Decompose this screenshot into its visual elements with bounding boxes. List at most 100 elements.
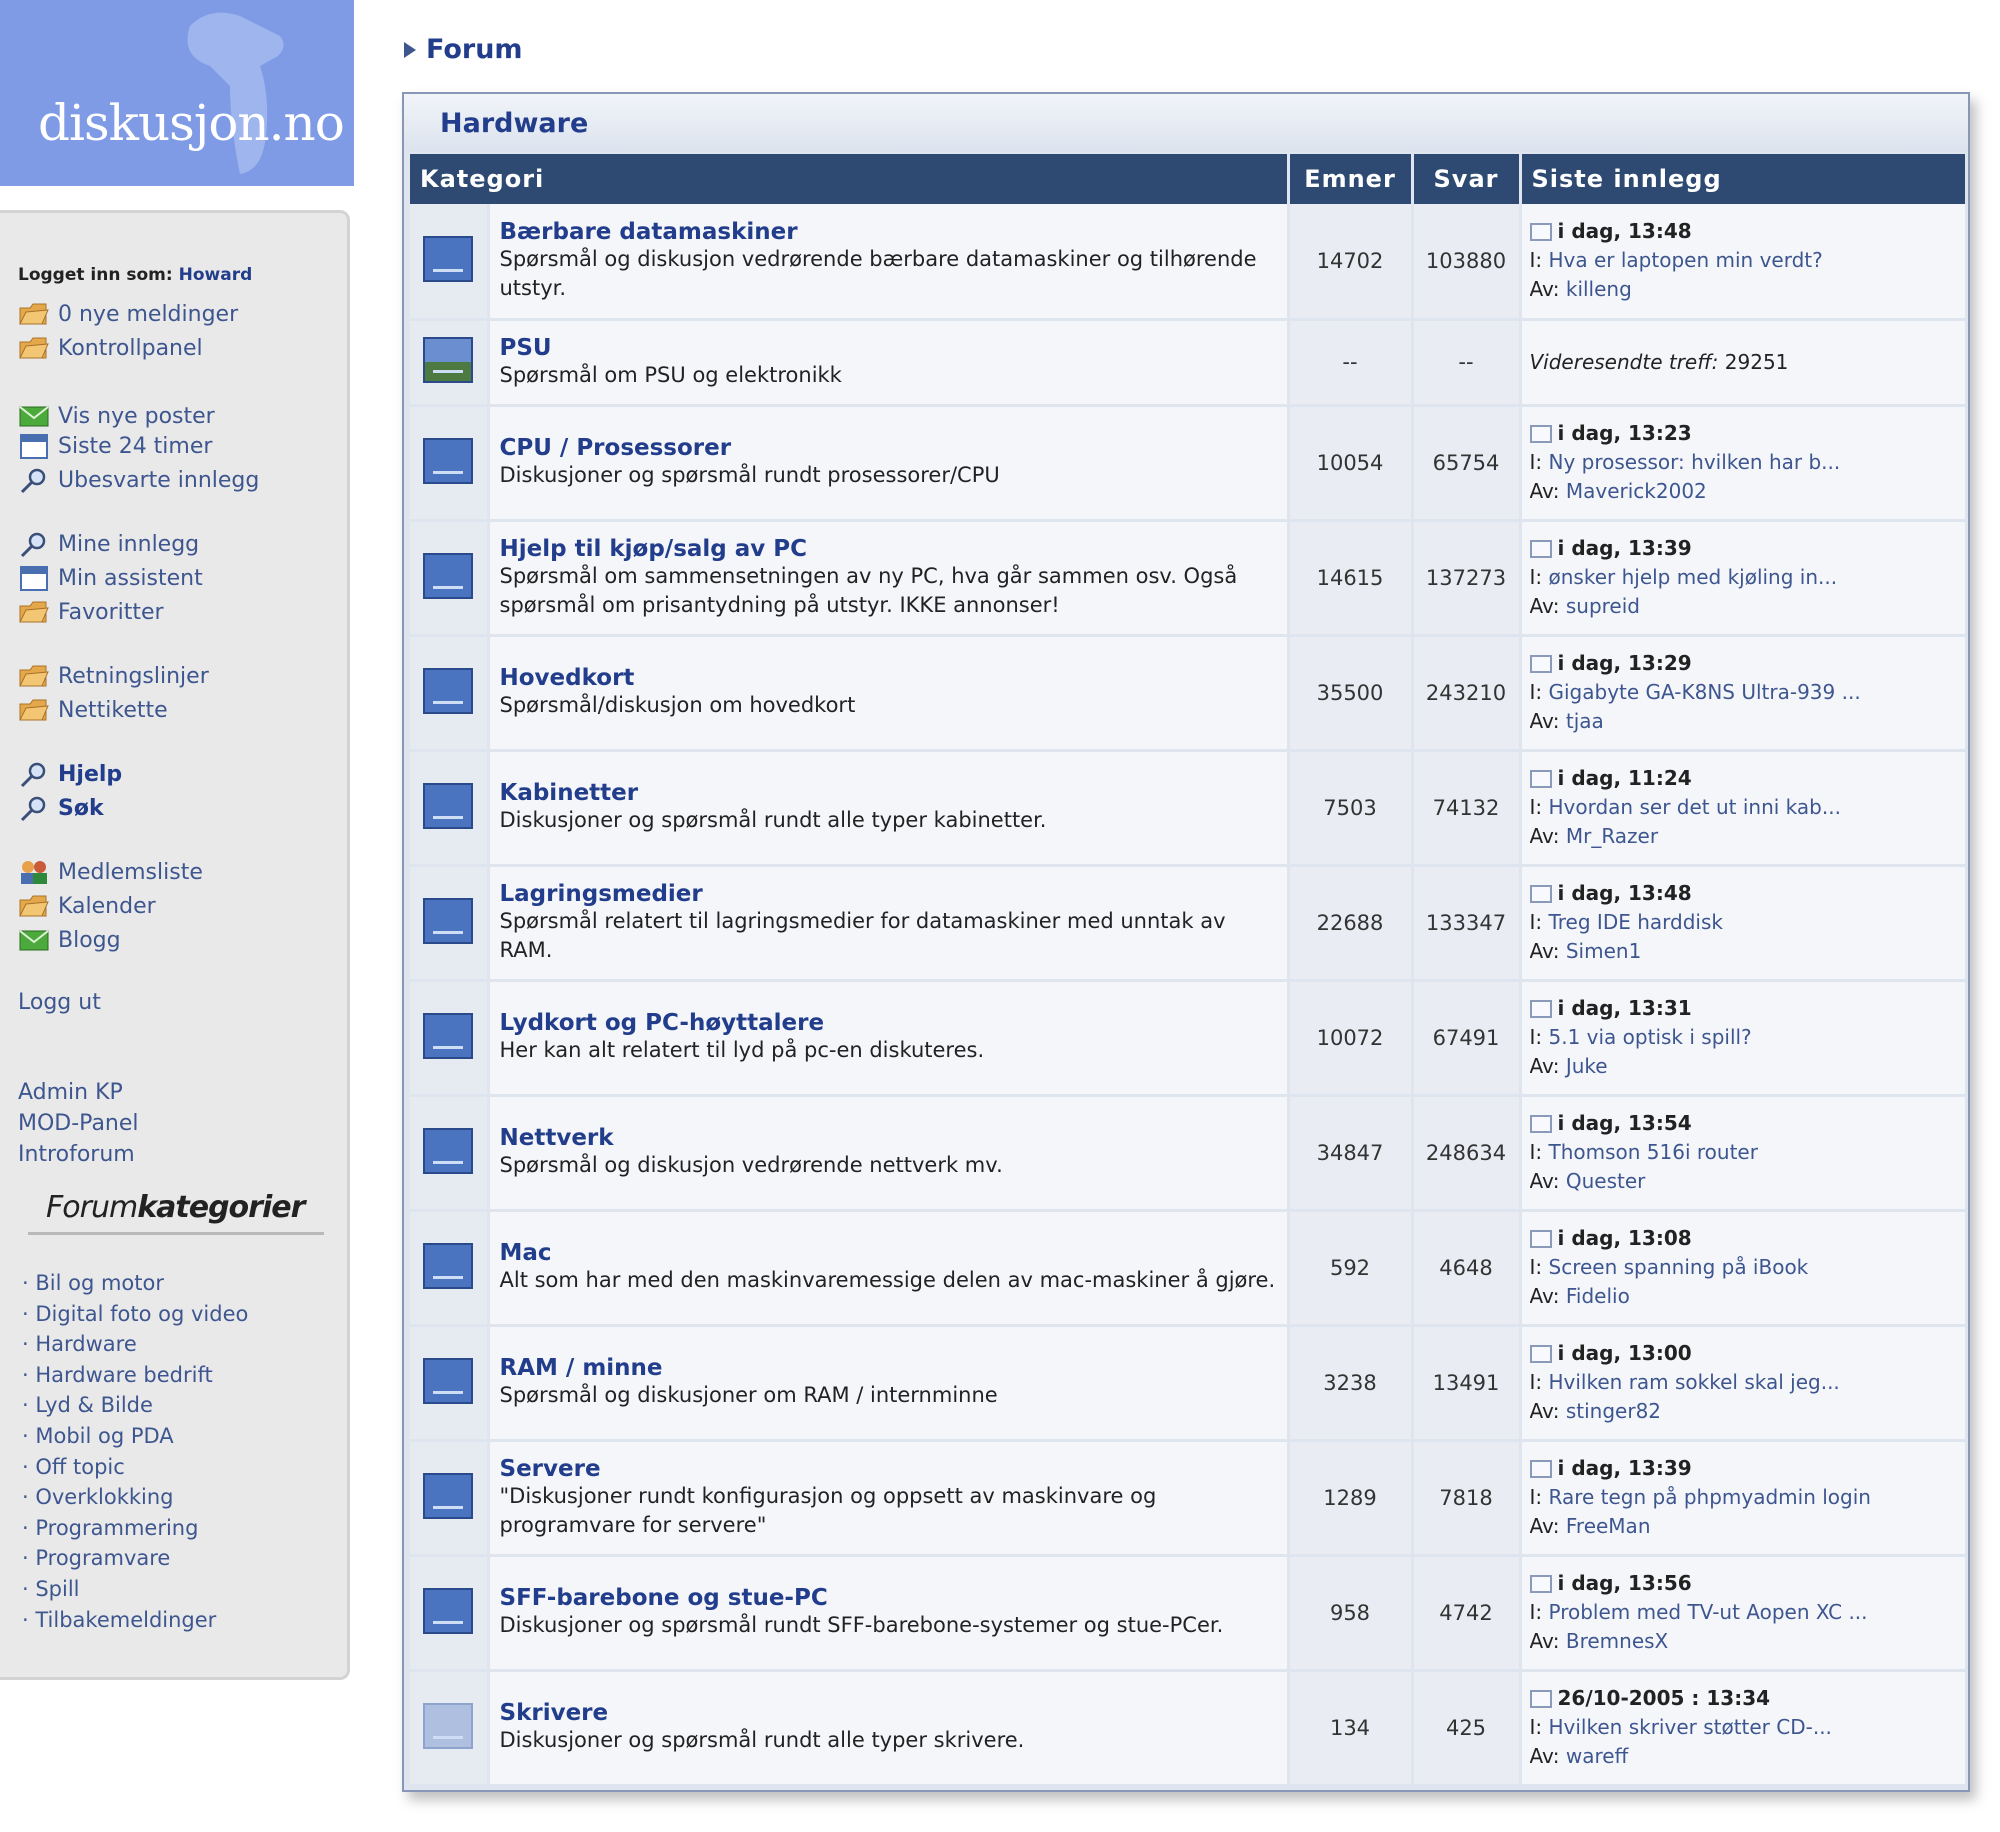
author-link[interactable]: BremnesX [1566,1629,1668,1653]
category-link-programvare[interactable]: · Programvare [22,1543,248,1574]
forum-name-link[interactable]: RAM / minne [500,1355,1277,1381]
forum-name-link[interactable]: Hjelp til kjøp/salg av PC [500,536,1277,562]
last-post-author: Av: Fidelio [1529,1284,1630,1308]
author-link[interactable]: Mr_Razer [1566,824,1658,848]
author-link[interactable]: Maverick2002 [1566,479,1707,503]
last-post-topic[interactable]: I: ønsker hjelp med kjøling in... [1530,563,1957,592]
post-icon[interactable] [1529,1229,1552,1248]
breadcrumb[interactable]: Forum [404,34,523,65]
sidebar-link-blog[interactable]: Blogg [18,926,121,954]
forum-info: PSU Spørsmål om PSU og elektronikk [488,319,1290,407]
author-link[interactable]: wareff [1566,1744,1628,1768]
forum-name-link[interactable]: Mac [500,1240,1277,1266]
redirect-count: 29251 [1724,350,1789,374]
last-post-topic[interactable]: I: Treg IDE harddisk [1530,908,1957,937]
last-post-topic[interactable]: I: Screen spanning på iBook [1530,1253,1957,1282]
forum-name-link[interactable]: PSU [500,335,1277,361]
forum-name-link[interactable]: SFF-barebone og stue-PC [500,1585,1277,1611]
last-post-topic[interactable]: I: Rare tegn på phpmyadmin login [1530,1483,1957,1512]
sidebar-link-favorites[interactable]: Favoritter [18,598,164,626]
category-link-tilbakemeldinger[interactable]: · Tilbakemeldinger [22,1605,248,1636]
last-post-topic[interactable]: I: Hvilken skriver støtter CD-... [1530,1713,1957,1742]
post-icon[interactable] [1529,769,1552,788]
category-link-hardware[interactable]: · Hardware [22,1329,248,1360]
sidebar-link-calendar[interactable]: Kalender [18,892,156,920]
last-post-topic[interactable]: I: Thomson 516i router [1530,1138,1957,1167]
last-post-author: Av: killeng [1529,277,1632,302]
post-icon[interactable] [1529,1114,1552,1133]
sidebar-link-netiquette[interactable]: Nettikette [18,696,168,724]
mod-panel-link[interactable]: MOD-Panel [18,1111,139,1136]
last-post-topic[interactable]: I: Hvordan ser det ut inni kab... [1530,793,1957,822]
section-title[interactable]: Hardware [440,108,588,139]
post-icon[interactable] [1529,222,1552,241]
breadcrumb-forum[interactable]: Forum [426,34,523,65]
forum-name-link[interactable]: Skrivere [500,1700,1277,1726]
sidebar-link-last-24h[interactable]: Siste 24 timer [18,432,212,460]
last-post-topic[interactable]: I: 5.1 via optisk i spill? [1530,1023,1957,1052]
author-link[interactable]: stinger82 [1566,1399,1661,1423]
last-post: i dag, 13:39 I: Rare tegn på phpmyadmin l… [1520,1440,1968,1557]
sidebar-link-member-list[interactable]: Medlemsliste [18,858,203,886]
column-header-replies: Svar [1412,154,1522,204]
category-link-overklokking[interactable]: · Overklokking [22,1482,248,1513]
sidebar-link-help[interactable]: Hjelp [18,760,122,788]
author-link[interactable]: killeng [1566,277,1632,301]
last-post-topic[interactable]: I: Hvilken ram sokkel skal jeg... [1530,1368,1957,1397]
author-link[interactable]: Juke [1566,1054,1608,1078]
forum-description: Alt som har med den maskinvaremessige de… [499,1268,1276,1292]
forum-name-link[interactable]: CPU / Prosessorer [500,435,1277,461]
forum-name-link[interactable]: Kabinetter [500,780,1277,806]
author-link[interactable]: Quester [1566,1169,1646,1193]
post-icon[interactable] [1529,1459,1552,1478]
sidebar-link-my-assistant[interactable]: Min assistent [18,564,203,592]
forum-name-link[interactable]: Lagringsmedier [500,881,1277,907]
category-link-spill[interactable]: · Spill [22,1574,248,1605]
category-link-programmering[interactable]: · Programmering [22,1513,248,1544]
post-icon[interactable] [1529,884,1552,903]
post-icon[interactable] [1529,1344,1552,1363]
forum-status-cell [410,1325,490,1442]
forum-name-link[interactable]: Servere [500,1456,1277,1482]
category-link-lyd-bilde[interactable]: · Lyd & Bilde [22,1390,248,1421]
category-link-hardware-bedrift[interactable]: · Hardware bedrift [22,1360,248,1391]
introforum-link[interactable]: Introforum [18,1142,135,1167]
post-icon[interactable] [1529,654,1552,673]
forum-name-link[interactable]: Nettverk [500,1125,1277,1151]
sidebar-link-control-panel[interactable]: Kontrollpanel [18,334,203,362]
forum-name-link[interactable]: Hovedkort [500,665,1277,691]
forum-name-link[interactable]: Lydkort og PC-høyttalere [500,1010,1277,1036]
logout-link[interactable]: Logg ut [18,990,101,1015]
sidebar-link-guidelines[interactable]: Retningslinjer [18,662,209,690]
author-link[interactable]: tjaa [1566,709,1604,733]
sidebar-link-my-posts[interactable]: Mine innlegg [18,530,199,558]
admin-cp-link[interactable]: Admin KP [18,1080,123,1105]
category-link-bil-og-motor[interactable]: · Bil og motor [22,1268,248,1299]
author-link[interactable]: FreeMan [1566,1514,1651,1538]
forum-name-link[interactable]: Bærbare datamaskiner [500,219,1277,245]
last-post: i dag, 13:48 I: Treg IDE harddisk Av: Sime… [1520,865,1968,982]
author-link[interactable]: Fidelio [1566,1284,1630,1308]
category-link-digital-foto[interactable]: · Digital foto og video [22,1299,248,1330]
site-logo[interactable]: diskusjon.no [0,0,354,186]
sidebar-link-search[interactable]: Søk [18,794,104,822]
author-link[interactable]: supreid [1566,594,1640,618]
forum-row: CPU / Prosessorer Diskusjoner og spørsmål… [410,405,1968,522]
category-link-off-topic[interactable]: · Off topic [22,1452,248,1483]
username-link[interactable]: Howard [179,265,253,285]
post-icon[interactable] [1529,1574,1552,1593]
post-icon[interactable] [1529,424,1552,443]
sidebar-link-unanswered[interactable]: Ubesvarte innlegg [18,466,259,494]
sidebar-link-new-messages[interactable]: 0 nye meldinger [18,300,238,328]
last-post-topic[interactable]: I: Problem med TV-ut Aopen XC ... [1530,1598,1957,1627]
last-post-topic[interactable]: I: Hva er laptopen min verdt? [1530,246,1957,275]
last-post-topic[interactable]: I: Ny prosessor: hvilken har b... [1530,448,1957,477]
sidebar-link-new-posts[interactable]: Vis nye poster [18,402,215,430]
last-post-topic[interactable]: I: Gigabyte GA-K8NS Ultra-939 ... [1530,678,1957,707]
post-icon[interactable] [1529,1689,1552,1708]
post-icon[interactable] [1529,539,1552,558]
post-icon[interactable] [1529,999,1552,1018]
folder-icon [19,665,49,687]
category-link-mobil-pda[interactable]: · Mobil og PDA [22,1421,248,1452]
author-link[interactable]: Simen1 [1566,939,1641,963]
